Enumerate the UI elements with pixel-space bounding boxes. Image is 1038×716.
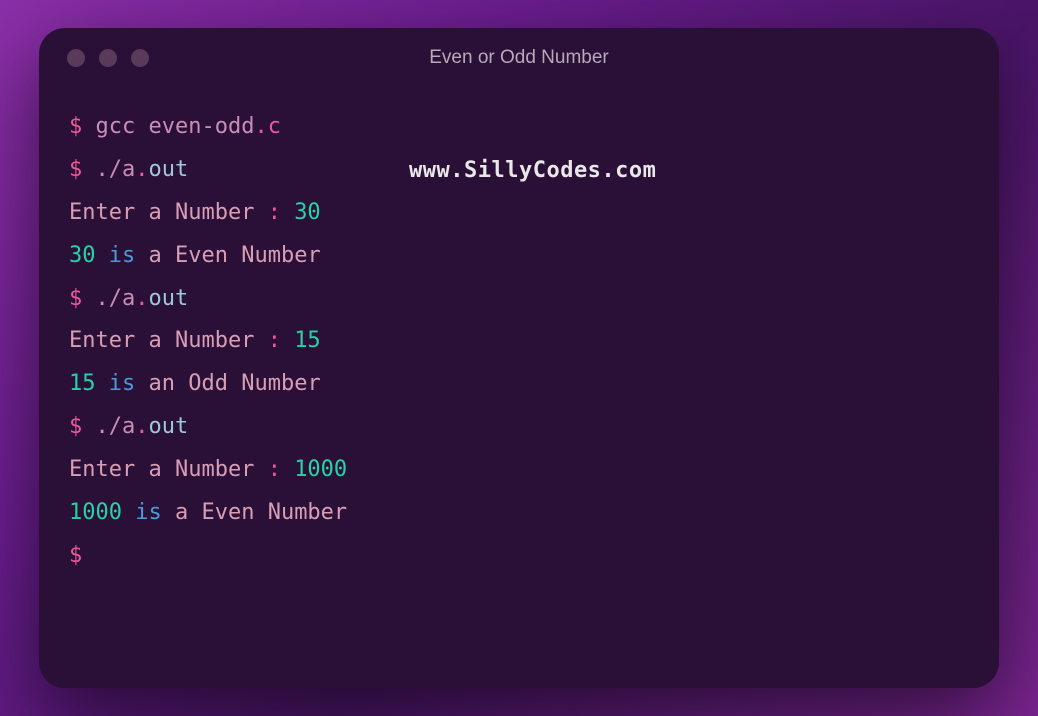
is-word: is [109, 371, 136, 396]
colon: : [268, 457, 281, 482]
terminal-line: 15 is an Odd Number [69, 363, 969, 406]
is-word: is [135, 500, 162, 525]
terminal-line: $ gcc even-odd.c [69, 106, 969, 149]
maximize-icon[interactable] [131, 49, 149, 67]
terminal-line: 30 is a Even Number [69, 235, 969, 278]
prompt-symbol: $ [69, 286, 82, 311]
dot: .c [254, 114, 281, 139]
cmd-text: out [149, 157, 189, 182]
prompt-text: Enter a Number [69, 200, 268, 225]
titlebar: Even or Odd Number [39, 28, 999, 88]
terminal-line: 1000 is a Even Number [69, 492, 969, 535]
close-icon[interactable] [67, 49, 85, 67]
terminal-line: Enter a Number : 15 [69, 320, 969, 363]
input-value: 1000 [294, 457, 347, 482]
dot: . [135, 414, 148, 439]
result-text: an Odd Number [149, 371, 321, 396]
terminal-content[interactable]: www.SillyCodes.com $ gcc even-odd.c $ ./… [39, 88, 999, 596]
input-value: 30 [294, 200, 321, 225]
prompt-symbol: $ [69, 114, 82, 139]
result-number: 15 [69, 371, 96, 396]
dot: . [135, 157, 148, 182]
cmd-text: ./a [96, 286, 136, 311]
terminal-line: Enter a Number : 30 [69, 192, 969, 235]
prompt-text: Enter a Number [69, 328, 268, 353]
colon: : [268, 200, 281, 225]
input-value: 15 [294, 328, 321, 353]
terminal-line: $ ./a.out [69, 278, 969, 321]
window-controls [67, 49, 149, 67]
is-word: is [109, 243, 136, 268]
prompt-text: Enter a Number [69, 457, 268, 482]
window-title: Even or Odd Number [39, 47, 999, 69]
minimize-icon[interactable] [99, 49, 117, 67]
result-number: 1000 [69, 500, 122, 525]
colon: : [268, 328, 281, 353]
terminal-line: Enter a Number : 1000 [69, 449, 969, 492]
cmd-text: ./a [96, 157, 136, 182]
result-text: a Even Number [149, 243, 321, 268]
cmd-text: out [149, 414, 189, 439]
terminal-line: $ ./a.out [69, 149, 969, 192]
cmd-text: ./a [96, 414, 136, 439]
prompt-symbol: $ [69, 157, 82, 182]
prompt-symbol: $ [69, 414, 82, 439]
prompt-symbol: $ [69, 543, 82, 568]
terminal-window: Even or Odd Number www.SillyCodes.com $ … [39, 28, 999, 688]
cmd-text: gcc even-odd [96, 114, 255, 139]
terminal-line: $ ./a.out [69, 406, 969, 449]
dot: . [135, 286, 148, 311]
terminal-line: $ [69, 535, 969, 578]
cmd-text: out [149, 286, 189, 311]
result-number: 30 [69, 243, 96, 268]
result-text: a Even Number [175, 500, 347, 525]
